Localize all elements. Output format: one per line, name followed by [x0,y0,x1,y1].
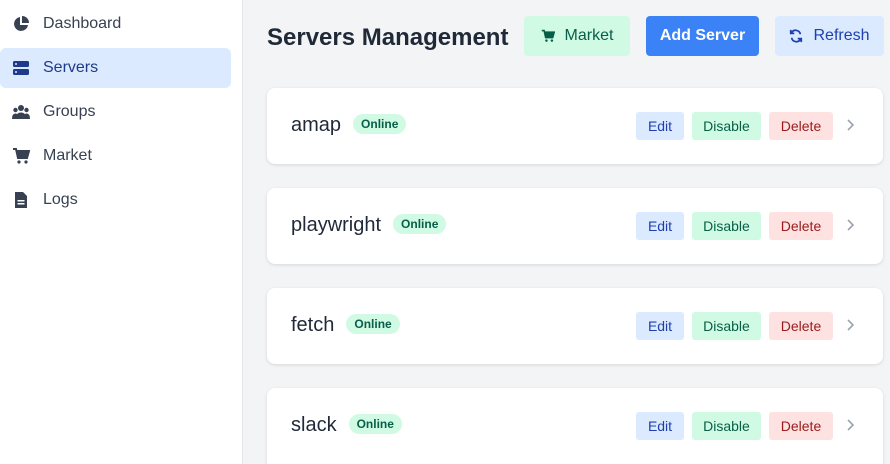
server-card[interactable]: fetch Online Edit Disable Delete [267,288,883,364]
server-card[interactable]: amap Online Edit Disable Delete [267,88,883,164]
disable-button[interactable]: Disable [692,112,761,140]
sidebar-item-label: Market [43,147,92,164]
server-icon [12,59,30,77]
refresh-icon [790,29,803,43]
delete-button[interactable]: Delete [769,212,833,240]
server-name: slack [291,414,337,436]
disable-button[interactable]: Disable [692,212,761,240]
status-badge: Online [353,114,407,134]
delete-button[interactable]: Delete [769,412,833,440]
disable-button[interactable]: Disable [692,312,761,340]
status-badge: Online [393,214,447,234]
status-badge: Online [348,414,402,434]
chevron-right-icon[interactable] [843,318,857,332]
sidebar-item-label: Logs [43,191,78,208]
refresh-button[interactable]: Refresh [775,16,884,56]
server-card[interactable]: slack Online Edit Disable Delete [267,388,883,464]
sidebar-item-label: Servers [43,59,99,76]
chevron-right-icon[interactable] [843,418,857,432]
server-name: fetch [291,314,335,336]
delete-button[interactable]: Delete [769,112,833,140]
edit-button[interactable]: Edit [636,112,684,140]
market-button[interactable]: Market [524,16,630,56]
market-button-label: Market [564,27,614,44]
delete-button[interactable]: Delete [769,312,833,340]
cart-icon [541,29,555,42]
status-badge: Online [346,314,400,334]
sidebar-item-dashboard[interactable]: Dashboard [0,4,231,44]
server-name: playwright [291,214,382,236]
server-card[interactable]: playwright Online Edit Disable Delete [267,188,883,264]
sidebar-item-label: Dashboard [43,15,122,32]
sidebar-item-label: Groups [43,103,96,120]
edit-button[interactable]: Edit [636,412,684,440]
groups-icon [12,103,30,121]
disable-button[interactable]: Disable [692,412,761,440]
edit-button[interactable]: Edit [636,312,684,340]
sidebar-item-market[interactable]: Market [0,136,231,176]
chevron-right-icon[interactable] [843,118,857,132]
sidebar-item-groups[interactable]: Groups [0,92,231,132]
chevron-right-icon[interactable] [843,218,857,232]
sidebar-item-servers[interactable]: Servers [0,48,231,88]
add-server-button-label: Add Server [659,27,746,44]
cart-icon [12,147,30,165]
edit-button[interactable]: Edit [636,212,684,240]
server-name: amap [291,114,342,136]
sidebar-item-logs[interactable]: Logs [0,180,231,220]
page-title: Servers Management [267,24,509,51]
refresh-button-label: Refresh [813,27,870,44]
add-server-button[interactable]: Add Server [646,16,759,56]
dashboard-icon [12,15,30,33]
sidebar: Dashboard Servers Groups Market Logs [0,0,243,464]
document-icon [12,191,30,209]
